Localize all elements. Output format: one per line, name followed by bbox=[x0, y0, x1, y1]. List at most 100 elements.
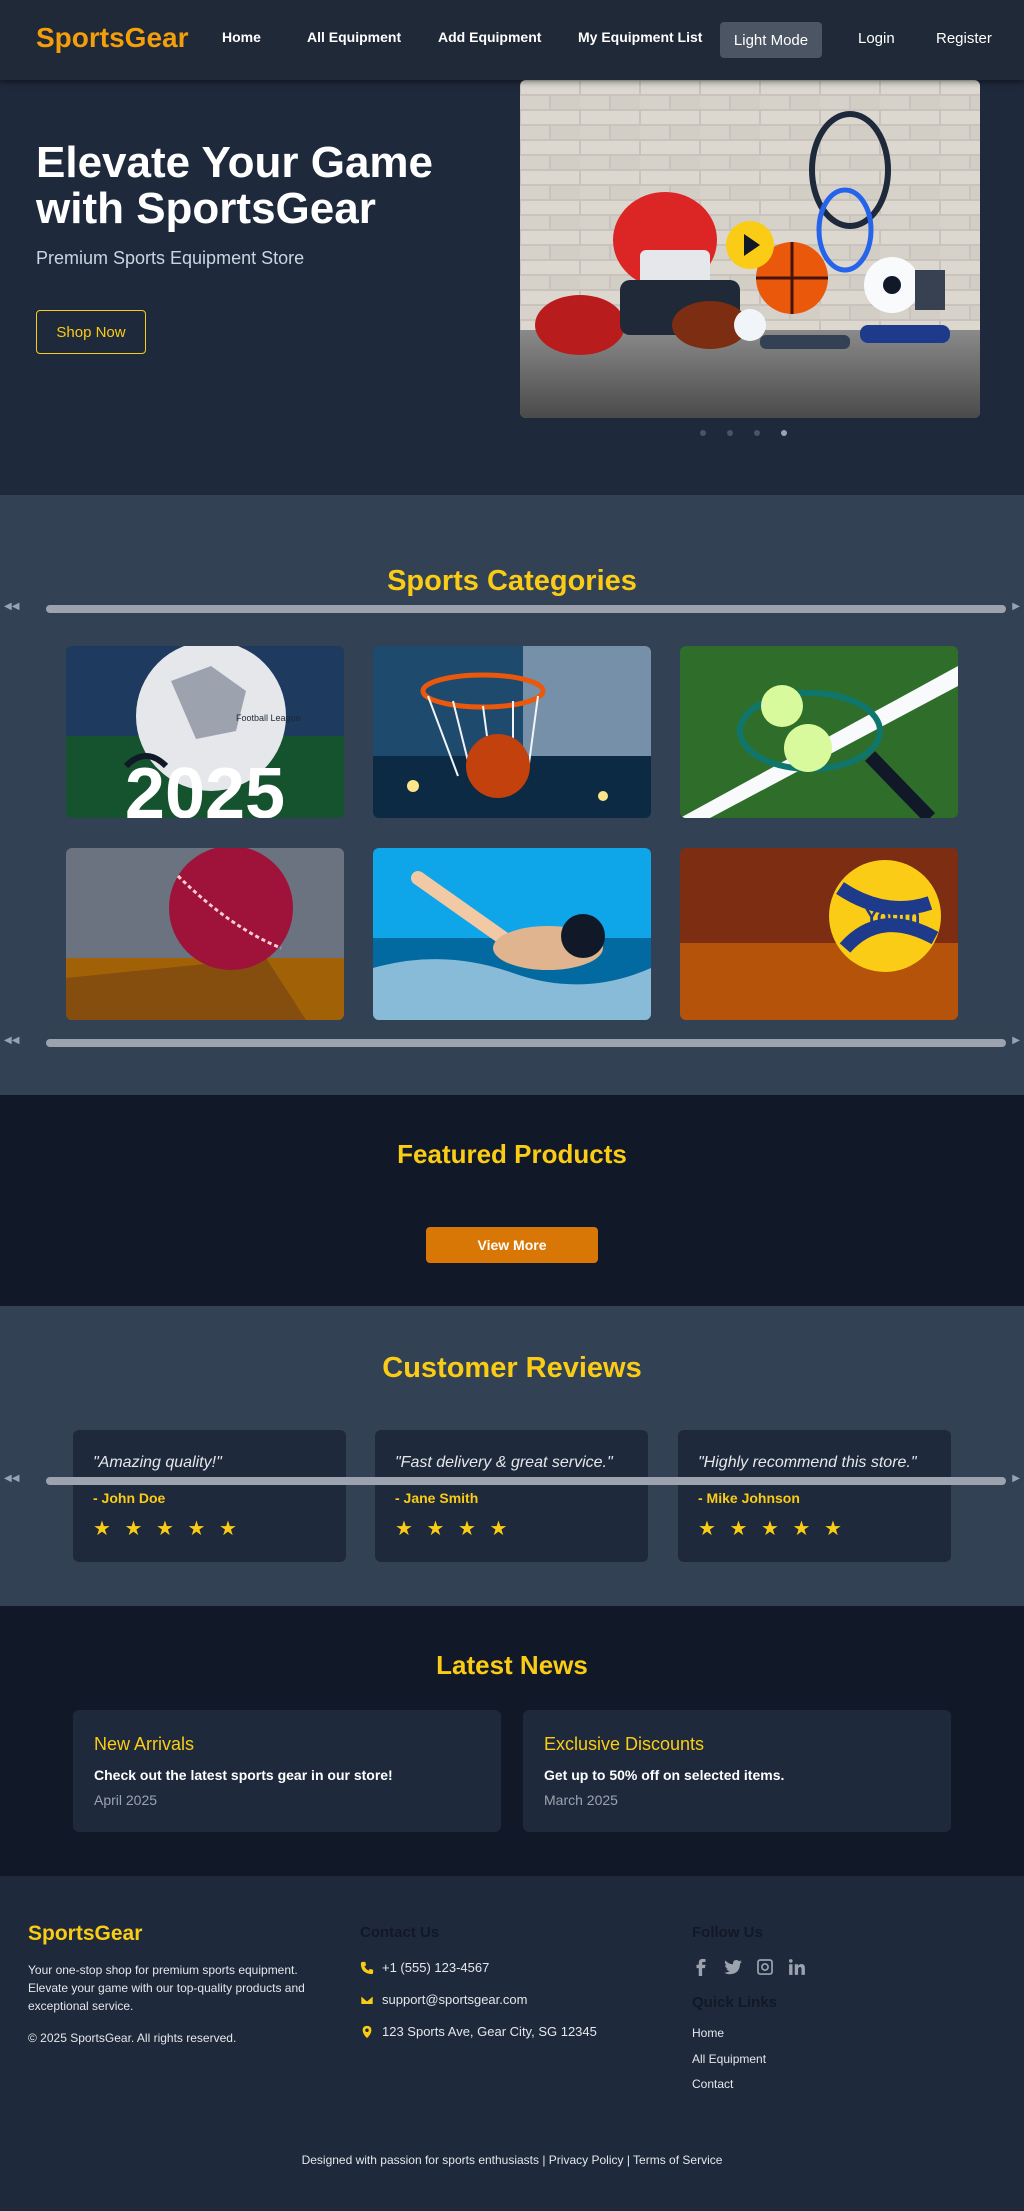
latest-news-section: Latest News New Arrivals Check out the l… bbox=[0, 1606, 1024, 1876]
category-card-volleyball[interactable]: Youth bbox=[680, 848, 958, 1020]
contact-address: 123 Sports Ave, Gear City, SG 12345 bbox=[360, 2024, 597, 2039]
nav-add-equipment[interactable]: Add Equipment bbox=[438, 29, 541, 45]
cricket-ball-image bbox=[66, 848, 344, 1020]
contact-heading: Contact Us bbox=[360, 1924, 440, 1941]
shop-now-button[interactable]: Shop Now bbox=[36, 310, 146, 354]
review-card: "Highly recommend this store." - Mike Jo… bbox=[678, 1430, 951, 1562]
scroll-left-icon[interactable]: ◀◀ bbox=[4, 1035, 19, 1046]
instagram-icon[interactable] bbox=[756, 1958, 774, 1976]
basketball-hoop-image bbox=[373, 646, 651, 818]
footer-copyright: © 2025 SportsGear. All rights reserved. bbox=[28, 2031, 237, 2045]
facebook-icon[interactable] bbox=[692, 1958, 710, 1976]
categories-section: Sports Categories ◀◀ ▶ 2025 Football Lea… bbox=[0, 495, 1024, 1095]
review-author: - Mike Johnson bbox=[698, 1490, 800, 1506]
carousel-dot-active[interactable] bbox=[781, 430, 787, 436]
phone-icon bbox=[360, 1961, 374, 1974]
linkedin-icon[interactable] bbox=[788, 1958, 806, 1976]
horizontal-scrollbar-bottom[interactable]: ◀◀ ▶ bbox=[0, 1035, 1024, 1049]
hero-section: Elevate Your Game with SportsGear Premiu… bbox=[0, 80, 1024, 495]
carousel-dot[interactable] bbox=[727, 430, 733, 436]
navbar: SportsGear Home All Equipment Add Equipm… bbox=[0, 0, 1024, 80]
carousel-dots bbox=[700, 430, 787, 436]
contact-phone-text: +1 (555) 123-4567 bbox=[382, 1960, 490, 1975]
footer-logo[interactable]: SportsGear bbox=[28, 1922, 142, 1946]
carousel-dot[interactable] bbox=[754, 430, 760, 436]
tennis-racket-image bbox=[680, 646, 958, 818]
star-rating: ★ ★ ★ ★ ★ bbox=[698, 1518, 846, 1540]
view-more-button[interactable]: View More bbox=[426, 1227, 598, 1263]
login-link[interactable]: Login bbox=[858, 30, 895, 47]
scrollbar-thumb[interactable] bbox=[46, 1039, 1006, 1047]
review-card: "Fast delivery & great service." - Jane … bbox=[375, 1430, 648, 1562]
review-card: "Amazing quality!" - John Doe ★ ★ ★ ★ ★ bbox=[73, 1430, 346, 1562]
sports-equipment-illustration bbox=[520, 80, 980, 418]
featured-title: Featured Products bbox=[397, 1139, 627, 1169]
news-card-date: March 2025 bbox=[544, 1792, 618, 1808]
review-quote: "Fast delivery & great service." bbox=[395, 1454, 613, 1471]
review-author: - John Doe bbox=[93, 1490, 166, 1506]
site-footer: SportsGear Your one-stop shop for premiu… bbox=[0, 1876, 1024, 2211]
horizontal-scrollbar-reviews[interactable]: ◀◀ ▶ bbox=[0, 1473, 1024, 1487]
news-card-title: New Arrivals bbox=[94, 1734, 195, 1754]
footer-description: Your one-stop shop for premium sports eq… bbox=[28, 1963, 305, 2013]
reviews-title: Customer Reviews bbox=[382, 1352, 642, 1384]
nav-home[interactable]: Home bbox=[222, 29, 261, 45]
star-rating: ★ ★ ★ ★ bbox=[395, 1518, 512, 1540]
soccer-ball-image: 2025 Football League bbox=[66, 646, 344, 818]
hero-carousel-image[interactable] bbox=[520, 80, 980, 418]
news-card-text: Check out the latest sports gear in our … bbox=[94, 1767, 393, 1783]
footer-bottom-text: Designed with passion for sports enthusi… bbox=[301, 2153, 723, 2167]
twitter-icon[interactable] bbox=[724, 1958, 742, 1976]
scrollbar-thumb[interactable] bbox=[46, 1477, 1006, 1485]
category-card-swimming[interactable] bbox=[373, 848, 651, 1020]
site-logo[interactable]: SportsGear bbox=[36, 22, 189, 54]
svg-text:Youth: Youth bbox=[865, 906, 920, 928]
swimmer-image bbox=[373, 848, 651, 1020]
hero-subtitle: Premium Sports Equipment Store bbox=[36, 248, 305, 268]
review-quote: "Highly recommend this store." bbox=[698, 1454, 917, 1471]
category-card-basketball[interactable] bbox=[373, 646, 651, 818]
svg-text:Football League: Football League bbox=[236, 713, 301, 723]
follow-heading: Follow Us bbox=[692, 1924, 763, 1941]
review-author: - Jane Smith bbox=[395, 1490, 479, 1506]
social-links bbox=[692, 1958, 806, 1976]
scroll-left-icon[interactable]: ◀◀ bbox=[4, 1473, 19, 1484]
category-card-soccer[interactable]: 2025 Football League bbox=[66, 646, 344, 818]
hero-title: Elevate Your Game with SportsGear bbox=[36, 138, 434, 233]
news-card-title: Exclusive Discounts bbox=[544, 1734, 705, 1754]
scroll-right-icon[interactable]: ▶ bbox=[1012, 1035, 1020, 1046]
news-card[interactable]: New Arrivals Check out the latest sports… bbox=[73, 1710, 501, 1832]
news-card-text: Get up to 50% off on selected items. bbox=[544, 1767, 785, 1783]
theme-toggle-button[interactable]: Light Mode bbox=[720, 22, 822, 58]
contact-email-text: support@sportsgear.com bbox=[382, 1992, 528, 2007]
scrollbar-thumb[interactable] bbox=[46, 605, 1006, 613]
featured-products-section: Featured Products View More bbox=[0, 1095, 1024, 1306]
customer-reviews-section: Customer Reviews "Amazing quality!" - Jo… bbox=[0, 1306, 1024, 1606]
horizontal-scrollbar[interactable]: ◀◀ ▶ bbox=[0, 601, 1024, 615]
news-title: Latest News bbox=[436, 1650, 588, 1680]
nav-all-equipment[interactable]: All Equipment bbox=[307, 29, 401, 45]
categories-title: Sports Categories bbox=[387, 565, 637, 597]
envelope-icon bbox=[360, 1994, 374, 2005]
news-card-date: April 2025 bbox=[94, 1792, 158, 1808]
map-pin-icon bbox=[362, 2025, 372, 2038]
quick-link-home[interactable]: Home bbox=[692, 2026, 724, 2040]
review-quote: "Amazing quality!" bbox=[93, 1454, 222, 1471]
contact-address-text: 123 Sports Ave, Gear City, SG 12345 bbox=[382, 2024, 597, 2039]
star-rating: ★ ★ ★ ★ ★ bbox=[93, 1518, 241, 1540]
quick-links-heading: Quick Links bbox=[692, 1994, 778, 2011]
scroll-right-icon[interactable]: ▶ bbox=[1012, 601, 1020, 612]
svg-text:2025: 2025 bbox=[125, 754, 285, 818]
scroll-right-icon[interactable]: ▶ bbox=[1012, 1473, 1020, 1484]
category-card-cricket[interactable] bbox=[66, 848, 344, 1020]
scroll-left-icon[interactable]: ◀◀ bbox=[4, 601, 19, 612]
category-card-tennis[interactable] bbox=[680, 646, 958, 818]
carousel-dot[interactable] bbox=[700, 430, 706, 436]
register-link[interactable]: Register bbox=[936, 30, 992, 47]
contact-phone[interactable]: +1 (555) 123-4567 bbox=[360, 1960, 489, 1975]
quick-link-all-equipment[interactable]: All Equipment bbox=[692, 2052, 766, 2066]
contact-email[interactable]: support@sportsgear.com bbox=[360, 1992, 527, 2007]
news-card[interactable]: Exclusive Discounts Get up to 50% off on… bbox=[523, 1710, 951, 1832]
quick-link-contact[interactable]: Contact bbox=[692, 2077, 733, 2091]
nav-my-equipment-list[interactable]: My Equipment List bbox=[578, 29, 702, 45]
